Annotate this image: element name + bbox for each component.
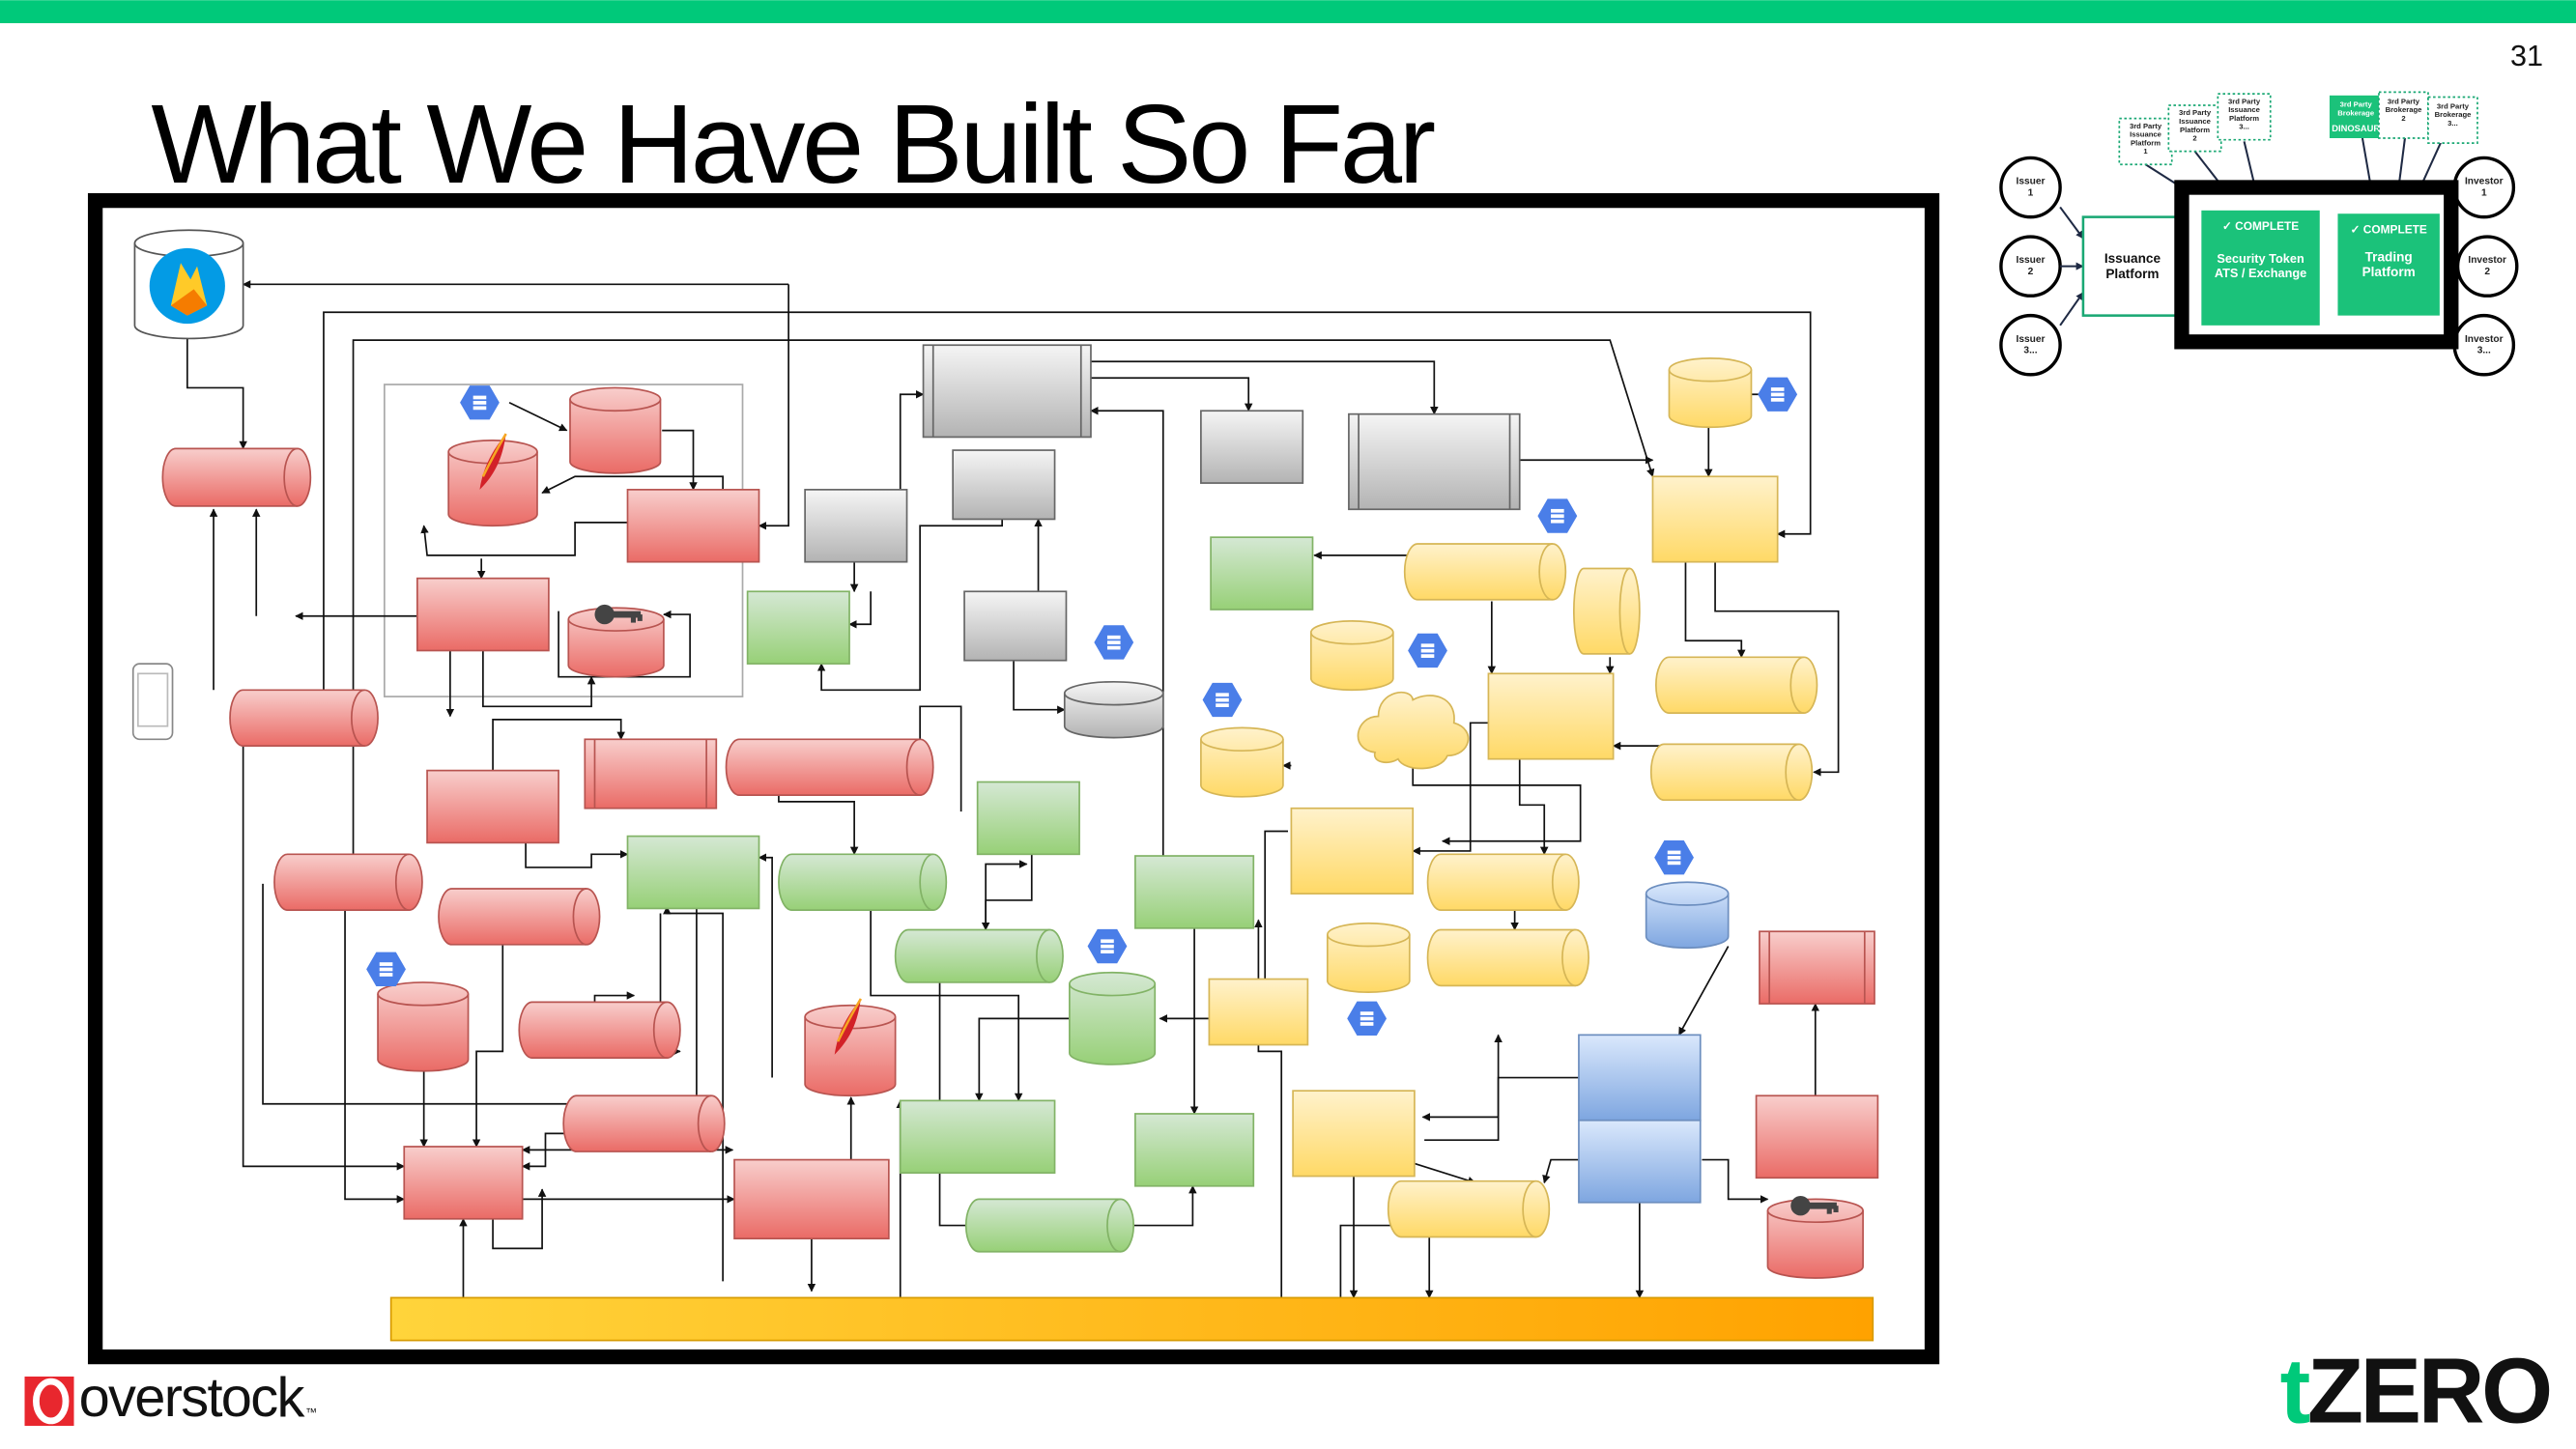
blue-process-box bbox=[1578, 1034, 1702, 1122]
yellow-process-box bbox=[1487, 672, 1615, 760]
red-queue-cylinder bbox=[273, 853, 423, 911]
red-database-cylinder bbox=[567, 607, 665, 678]
green-process-box bbox=[1134, 855, 1255, 929]
yellow-database-cylinder bbox=[1572, 567, 1641, 655]
red-process-box bbox=[403, 1146, 524, 1220]
top-accent-bar bbox=[0, 0, 2576, 23]
overview-arrow bbox=[2059, 292, 2084, 327]
yellow-database-cylinder bbox=[1326, 922, 1411, 993]
issuer-node: Issuer 1 bbox=[1999, 156, 2062, 219]
architecture-diagram bbox=[87, 192, 1940, 1365]
green-process-box bbox=[1210, 536, 1314, 611]
yellow-database-cylinder bbox=[1309, 620, 1394, 692]
green-database-cylinder bbox=[1069, 971, 1157, 1065]
blue-database-cylinder bbox=[1645, 881, 1730, 950]
trading-status-badge: ✓ COMPLETE bbox=[2351, 223, 2427, 237]
ats-label: Security Token ATS / Exchange bbox=[2215, 251, 2306, 280]
red-process-box bbox=[733, 1158, 890, 1240]
integration-bus bbox=[389, 1296, 1875, 1342]
security-token-ats-box: ✓ COMPLETE Security Token ATS / Exchange bbox=[2201, 210, 2320, 326]
tzero-logo: tZERO bbox=[2280, 1341, 2554, 1443]
grey-process-box bbox=[1200, 410, 1304, 484]
trading-platform-box: ✓ COMPLETE Trading Platform bbox=[2337, 213, 2440, 316]
yellow-queue-cylinder bbox=[1649, 743, 1814, 802]
red-subprocess-box bbox=[584, 738, 718, 810]
red-queue-cylinder bbox=[562, 1094, 726, 1152]
grey-process-box bbox=[952, 449, 1056, 521]
third-party-brokerage-box: 3rd Party Brokerage 2 bbox=[2378, 91, 2429, 139]
yellow-queue-cylinder bbox=[1426, 928, 1589, 987]
red-process-box bbox=[426, 769, 559, 844]
green-process-box bbox=[746, 590, 850, 665]
overstock-logo: overstock ™ bbox=[24, 1367, 317, 1429]
third-party-issuance-box: 3rd Party Issuance Platform 2 bbox=[2167, 104, 2222, 153]
third-party-brokerage-box: 3rd Party Brokerage 3... bbox=[2427, 96, 2478, 144]
dinosaur-logo: DINOSAUR bbox=[2332, 124, 2380, 133]
investor-node: Investor 2 bbox=[2455, 235, 2519, 298]
red-process-box bbox=[416, 577, 550, 652]
red-process-box bbox=[626, 489, 760, 563]
mobile-phone-icon bbox=[131, 663, 174, 741]
yellow-process-box bbox=[1292, 1090, 1416, 1178]
platform-overview-diagram: Issuer 1 Issuer 2 Issuer 3... Investor 1 Investo… bbox=[1999, 91, 2519, 377]
overview-arrow bbox=[2059, 206, 2084, 240]
investor-node: Investor 3... bbox=[2452, 313, 2516, 377]
green-queue-cylinder bbox=[894, 928, 1064, 983]
svg-text:tZERO: tZERO bbox=[2280, 1341, 2551, 1443]
red-database-cylinder bbox=[1766, 1198, 1864, 1279]
red-subprocess-box bbox=[1759, 930, 1875, 1005]
red-queue-cylinder bbox=[438, 888, 601, 946]
third-party-brokerage-dinosaur: 3rd Party Brokerage DINOSAUR bbox=[2329, 95, 2383, 139]
blue-process-box bbox=[1578, 1119, 1702, 1204]
yellow-queue-cylinder bbox=[1387, 1179, 1551, 1238]
third-party-issuance-box: 3rd Party Issuance Platform 3... bbox=[2217, 93, 2272, 141]
green-process-box bbox=[626, 835, 760, 910]
svg-text:™: ™ bbox=[305, 1406, 317, 1419]
slide: 31 What We Have Built So Far Issuer 1Issu… bbox=[0, 0, 2576, 1443]
tzero-logo-t: t bbox=[2280, 1341, 2310, 1443]
yellow-queue-cylinder bbox=[1655, 656, 1818, 714]
tzero-logo-zero: ZERO bbox=[2307, 1341, 2550, 1443]
issuance-platform-box: Issuance Platform bbox=[2081, 215, 2180, 317]
issuer-node: Issuer 2 bbox=[1999, 235, 2062, 298]
yellow-process-box bbox=[1651, 475, 1779, 563]
green-queue-cylinder bbox=[964, 1198, 1135, 1253]
red-queue-cylinder bbox=[161, 447, 312, 507]
green-process-box bbox=[976, 781, 1080, 856]
yellow-process-box bbox=[1290, 807, 1415, 895]
green-queue-cylinder bbox=[778, 853, 948, 911]
green-process-box bbox=[1134, 1113, 1255, 1187]
firebase-icon bbox=[133, 229, 244, 340]
grey-subprocess-box bbox=[922, 344, 1092, 439]
page-number: 31 bbox=[2510, 40, 2543, 72]
yellow-queue-cylinder bbox=[1403, 543, 1567, 601]
red-process-box bbox=[1755, 1094, 1879, 1179]
page-title: What We Have Built So Far bbox=[151, 82, 1434, 207]
red-queue-cylinder bbox=[725, 738, 934, 796]
yellow-queue-cylinder bbox=[1426, 853, 1580, 911]
svg-text:overstock: overstock bbox=[79, 1367, 305, 1429]
yellow-database-cylinder bbox=[1200, 726, 1284, 798]
grey-process-box bbox=[804, 489, 908, 563]
brokerage-label: 3rd Party Brokerage bbox=[2337, 100, 2374, 118]
red-database-cylinder bbox=[569, 386, 662, 474]
grey-database-cylinder bbox=[1063, 680, 1164, 739]
issuance-platform-label: Issuance Platform bbox=[2104, 251, 2161, 281]
red-queue-cylinder bbox=[518, 1001, 681, 1060]
issuer-node: Issuer 3... bbox=[1999, 313, 2062, 377]
third-party-issuance-box: 3rd Party Issuance Platform 1 bbox=[2118, 117, 2173, 166]
grey-process-box bbox=[963, 590, 1068, 662]
green-process-box bbox=[899, 1099, 1056, 1175]
yellow-database-cylinder bbox=[1668, 357, 1753, 429]
investor-node: Investor 1 bbox=[2452, 156, 2516, 219]
grey-subprocess-box bbox=[1348, 412, 1521, 511]
yellow-process-box bbox=[1208, 978, 1309, 1046]
trading-platform-label: Trading Platform bbox=[2362, 250, 2416, 280]
red-database-cylinder bbox=[377, 981, 470, 1072]
red-queue-cylinder bbox=[229, 689, 379, 747]
ats-status-badge: ✓ COMPLETE bbox=[2222, 219, 2299, 233]
